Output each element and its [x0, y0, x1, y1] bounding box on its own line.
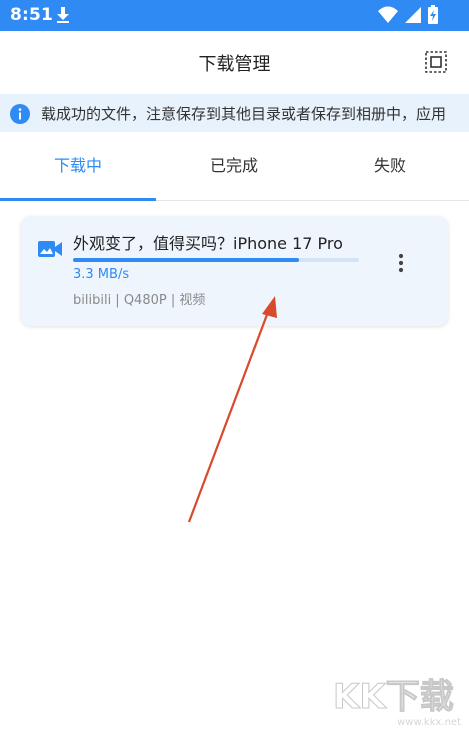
download-icon [57, 7, 69, 23]
info-icon [10, 104, 30, 124]
active-tab-indicator [0, 198, 156, 201]
tab-completed[interactable]: 已完成 [156, 132, 312, 200]
download-meta: bilibili | Q480P | 视频 [73, 293, 206, 308]
status-time: 8:51 [10, 5, 54, 25]
more-vertical-icon[interactable] [394, 252, 408, 274]
video-icon [38, 241, 62, 257]
download-item[interactable]: 外观变了，值得买吗？iPhone 17 Pro 3.3 MB/s bilibil… [21, 216, 448, 326]
tab-bar: 下载中 已完成 失败 [0, 132, 469, 201]
status-icons [377, 5, 459, 25]
notice-banner: 载成功的文件，注意保存到其他目录或者保存到相册中，应用 [0, 94, 469, 132]
download-progress-bar [73, 258, 359, 262]
tab-failed[interactable]: 失败 [312, 132, 468, 200]
battery-charging-icon [428, 5, 438, 24]
signal-icon [405, 7, 421, 23]
status-bar: 8:51 [0, 0, 469, 31]
app-bar: 下载管理 [0, 31, 469, 94]
notice-text: 载成功的文件，注意保存到其他目录或者保存到相册中，应用 [41, 105, 447, 123]
wifi-icon [378, 6, 398, 23]
select-all-icon[interactable] [425, 51, 447, 73]
download-title: 外观变了，值得买吗？iPhone 17 Pro [73, 234, 343, 253]
tab-downloading[interactable]: 下载中 [0, 132, 156, 200]
svg-text:KK下载: KK下载 [333, 677, 454, 717]
watermark-url: www.kkx.net [397, 717, 461, 728]
download-progress-fill [73, 258, 299, 262]
download-speed: 3.3 MB/s [73, 267, 130, 282]
page-title: 下载管理 [198, 54, 271, 75]
